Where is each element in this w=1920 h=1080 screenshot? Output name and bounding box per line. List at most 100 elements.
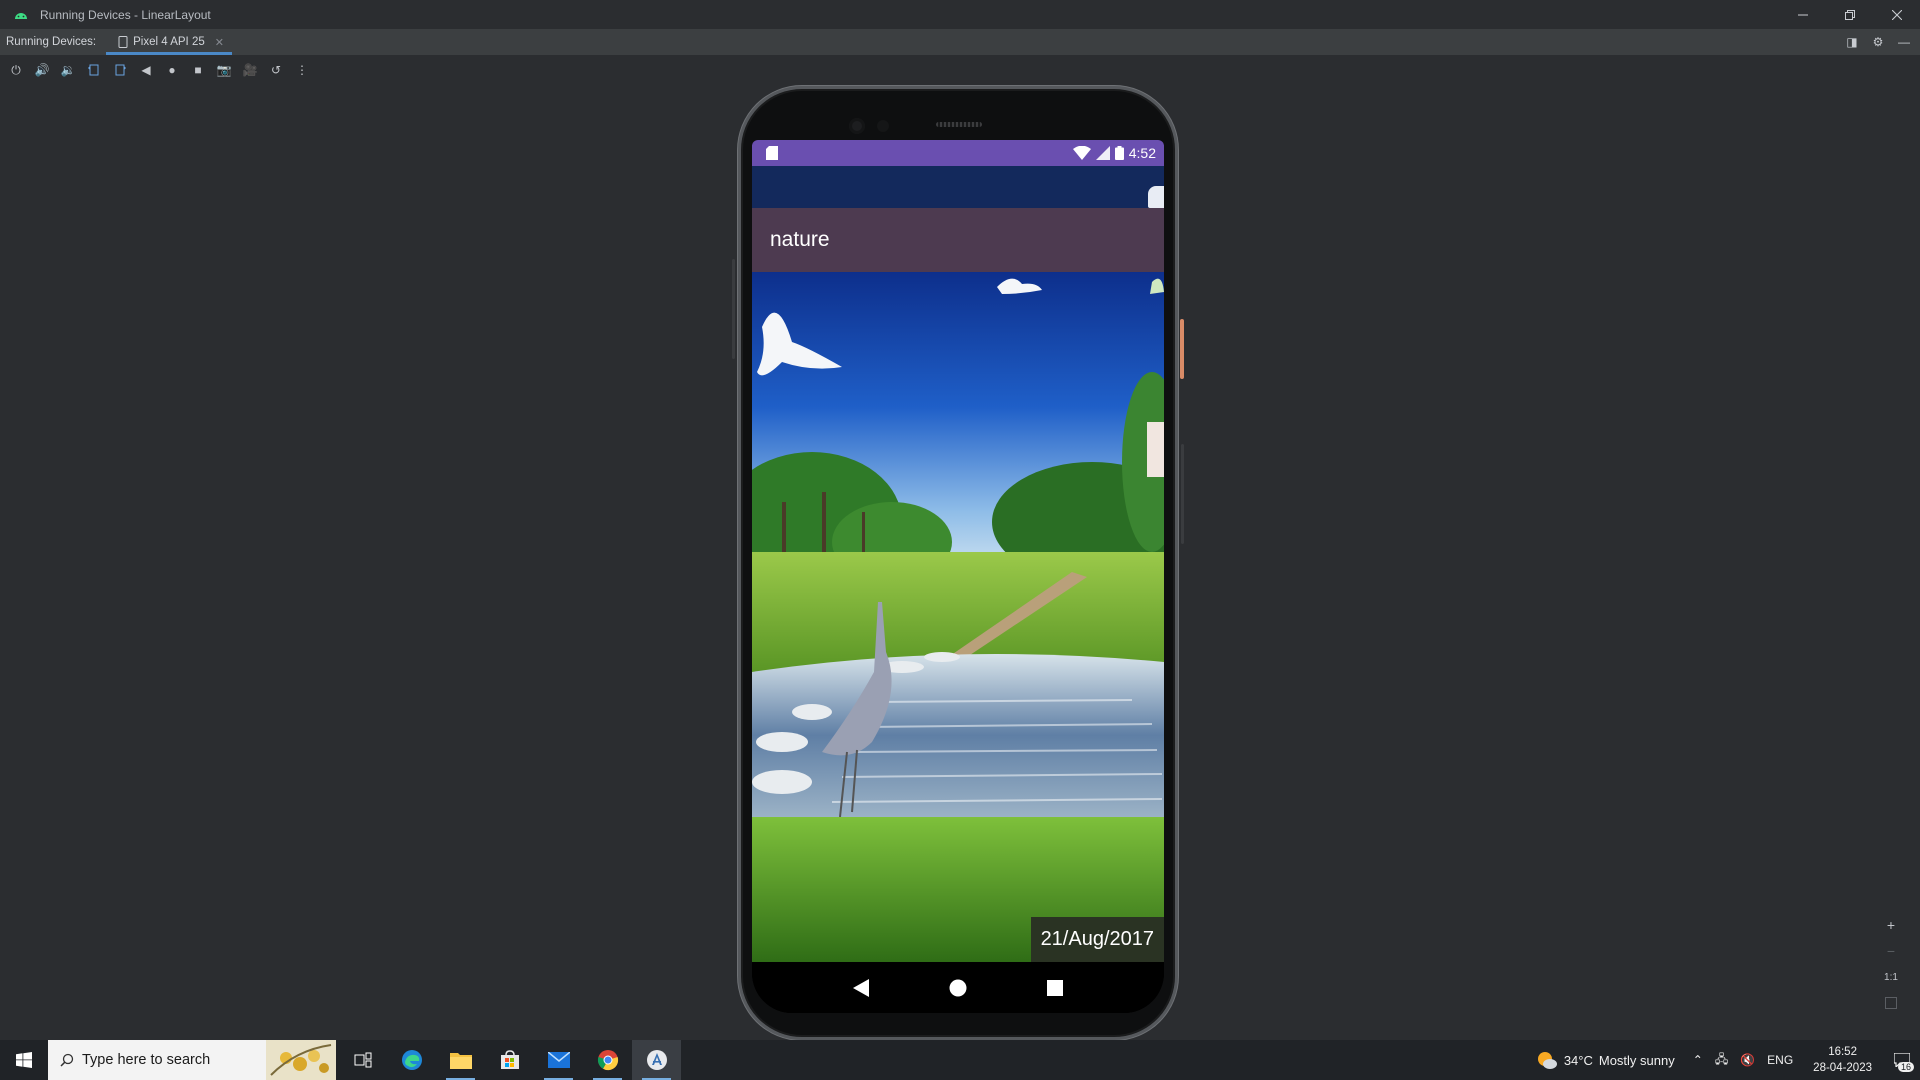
phone-volume-button[interactable] xyxy=(1181,444,1184,544)
back-icon[interactable]: ◀ xyxy=(134,58,158,82)
chrome-button[interactable] xyxy=(583,1040,632,1080)
phone-side-button-left xyxy=(732,259,735,359)
nature-scene-graphic xyxy=(752,272,1164,962)
tab-pixel-4-api-25[interactable]: Pixel 4 API 25 ✕ xyxy=(106,29,232,55)
minimize-button[interactable] xyxy=(1779,0,1826,29)
running-devices-tabbar: Running Devices: Pixel 4 API 25 ✕ ◨ ⚙ — xyxy=(0,29,1920,55)
mail-icon xyxy=(547,1052,570,1068)
android-studio-button[interactable] xyxy=(632,1040,681,1080)
windows-logo-icon xyxy=(16,1052,32,1068)
rotate-right-icon[interactable] xyxy=(108,58,132,82)
store-icon xyxy=(500,1050,519,1069)
search-highlight-illustration xyxy=(266,1040,336,1080)
clock[interactable]: 16:52 28-04-2023 xyxy=(1801,1044,1884,1076)
window-title-bar: Running Devices - LinearLayout xyxy=(0,0,1920,29)
android-status-bar: 4:52 xyxy=(752,140,1164,166)
zoom-controls: + − 1:1 xyxy=(1880,916,1902,1012)
weather-desc: Mostly sunny xyxy=(1598,1052,1675,1068)
wifi-icon xyxy=(1072,146,1091,160)
microsoft-store-button[interactable] xyxy=(485,1040,534,1080)
running-devices-label: Running Devices: xyxy=(6,36,97,48)
restore-icon xyxy=(1844,9,1855,20)
gear-icon[interactable]: ⚙ xyxy=(1870,35,1886,49)
screenshot-icon[interactable]: 📷 xyxy=(212,58,236,82)
search-icon xyxy=(60,1053,74,1067)
edge-icon xyxy=(401,1050,422,1070)
notification-center-button[interactable]: 16 xyxy=(1884,1040,1920,1080)
layout-icon[interactable]: ◨ xyxy=(1844,35,1860,49)
volume-up-icon[interactable]: 🔊 xyxy=(30,58,54,82)
network-icon[interactable]: 🖧 xyxy=(1715,1050,1728,1071)
app-title-bar: nature xyxy=(752,208,1164,272)
close-button[interactable] xyxy=(1873,0,1920,29)
windows-taskbar: Type here to search 34°C Mostly sunny ⌃ … xyxy=(0,1040,1920,1080)
image-top-strip xyxy=(752,166,1164,208)
clock-time: 16:52 xyxy=(1828,1046,1857,1058)
file-explorer-button[interactable] xyxy=(436,1040,485,1080)
sd-card-icon xyxy=(766,146,778,160)
android-studio-taskbar-icon xyxy=(646,1050,667,1070)
rotate-left-icon[interactable] xyxy=(82,58,106,82)
chrome-icon xyxy=(597,1050,618,1071)
reset-icon[interactable]: ↺ xyxy=(264,58,288,82)
device-icon xyxy=(118,36,128,48)
rotate-right-glyph xyxy=(115,64,126,76)
nav-home-icon xyxy=(949,979,967,996)
hide-panel-icon[interactable]: — xyxy=(1896,35,1912,49)
taskbar-search[interactable]: Type here to search xyxy=(48,1040,336,1080)
device-tab-label: Pixel 4 API 25 xyxy=(133,36,205,48)
language-indicator[interactable]: ENG xyxy=(1767,1053,1793,1067)
clock-date: 28-04-2023 xyxy=(1813,1062,1872,1074)
more-icon[interactable]: ⋮ xyxy=(290,58,314,82)
sensor-icon xyxy=(877,120,889,132)
rotate-left-glyph xyxy=(88,64,99,76)
date-label: 21/Aug/2017 xyxy=(1040,928,1154,950)
notification-badge: 16 xyxy=(1897,1062,1914,1072)
volume-down-icon[interactable]: 🔉 xyxy=(56,58,80,82)
emulator-toolbar: ⏻ 🔊 🔉 ◀ ● ■ 📷 🎥 ↺ ⋮ xyxy=(0,55,1920,85)
tray-icons: ⌃ 🖧 🔇 ENG xyxy=(1685,1050,1801,1071)
signal-icon xyxy=(1095,146,1110,160)
chevron-up-icon[interactable]: ⌃ xyxy=(1693,1053,1703,1067)
task-view-icon xyxy=(354,1052,371,1068)
front-camera-icon xyxy=(849,118,865,134)
zoom-out-button[interactable]: − xyxy=(1887,942,1895,960)
restore-button[interactable] xyxy=(1826,0,1873,29)
nav-back-button[interactable] xyxy=(841,968,881,1008)
fit-screen-icon[interactable] xyxy=(1885,994,1897,1012)
nav-back-icon xyxy=(852,978,869,997)
android-studio-icon xyxy=(15,12,27,19)
start-button[interactable] xyxy=(0,1040,48,1080)
screen-record-icon[interactable]: 🎥 xyxy=(238,58,262,82)
power-icon[interactable]: ⏻ xyxy=(4,58,28,82)
overview-icon[interactable]: ■ xyxy=(186,58,210,82)
nature-image xyxy=(752,272,1164,962)
folder-icon xyxy=(449,1053,472,1069)
battery-icon xyxy=(1114,146,1124,160)
nav-overview-icon xyxy=(1047,979,1064,996)
home-icon[interactable]: ● xyxy=(160,58,184,82)
phone-power-button[interactable] xyxy=(1180,319,1184,379)
bird-fragment xyxy=(1148,186,1164,208)
task-view-button[interactable] xyxy=(338,1040,387,1080)
system-tray: 34°C Mostly sunny ⌃ 🖧 🔇 ENG 16:52 28-04-… xyxy=(1526,1040,1920,1080)
close-icon xyxy=(1891,9,1902,20)
speaker-muted-icon[interactable]: 🔇 xyxy=(1740,1053,1755,1067)
actual-size-button[interactable]: 1:1 xyxy=(1884,968,1898,986)
status-time: 4:52 xyxy=(1128,145,1156,161)
weather-widget[interactable]: 34°C Mostly sunny xyxy=(1526,1050,1685,1070)
fit-screen-glyph xyxy=(1885,997,1897,1009)
tab-close-icon[interactable]: ✕ xyxy=(215,36,224,49)
edge-browser-button[interactable] xyxy=(387,1040,436,1080)
earpiece-speaker xyxy=(936,122,982,127)
device-screen[interactable]: 4:52 nature 21/Aug/2017 xyxy=(752,140,1164,1013)
mail-button[interactable] xyxy=(534,1040,583,1080)
date-label-box: 21/Aug/2017 xyxy=(1030,917,1164,962)
phone-device-frame: 4:52 nature 21/Aug/2017 xyxy=(732,86,1184,1040)
window-title: Running Devices - LinearLayout xyxy=(40,7,211,22)
nav-overview-button[interactable] xyxy=(1035,968,1075,1008)
zoom-in-button[interactable]: + xyxy=(1887,916,1895,934)
minimize-icon xyxy=(1797,14,1808,15)
app-title: nature xyxy=(770,228,830,251)
nav-home-button[interactable] xyxy=(938,968,978,1008)
